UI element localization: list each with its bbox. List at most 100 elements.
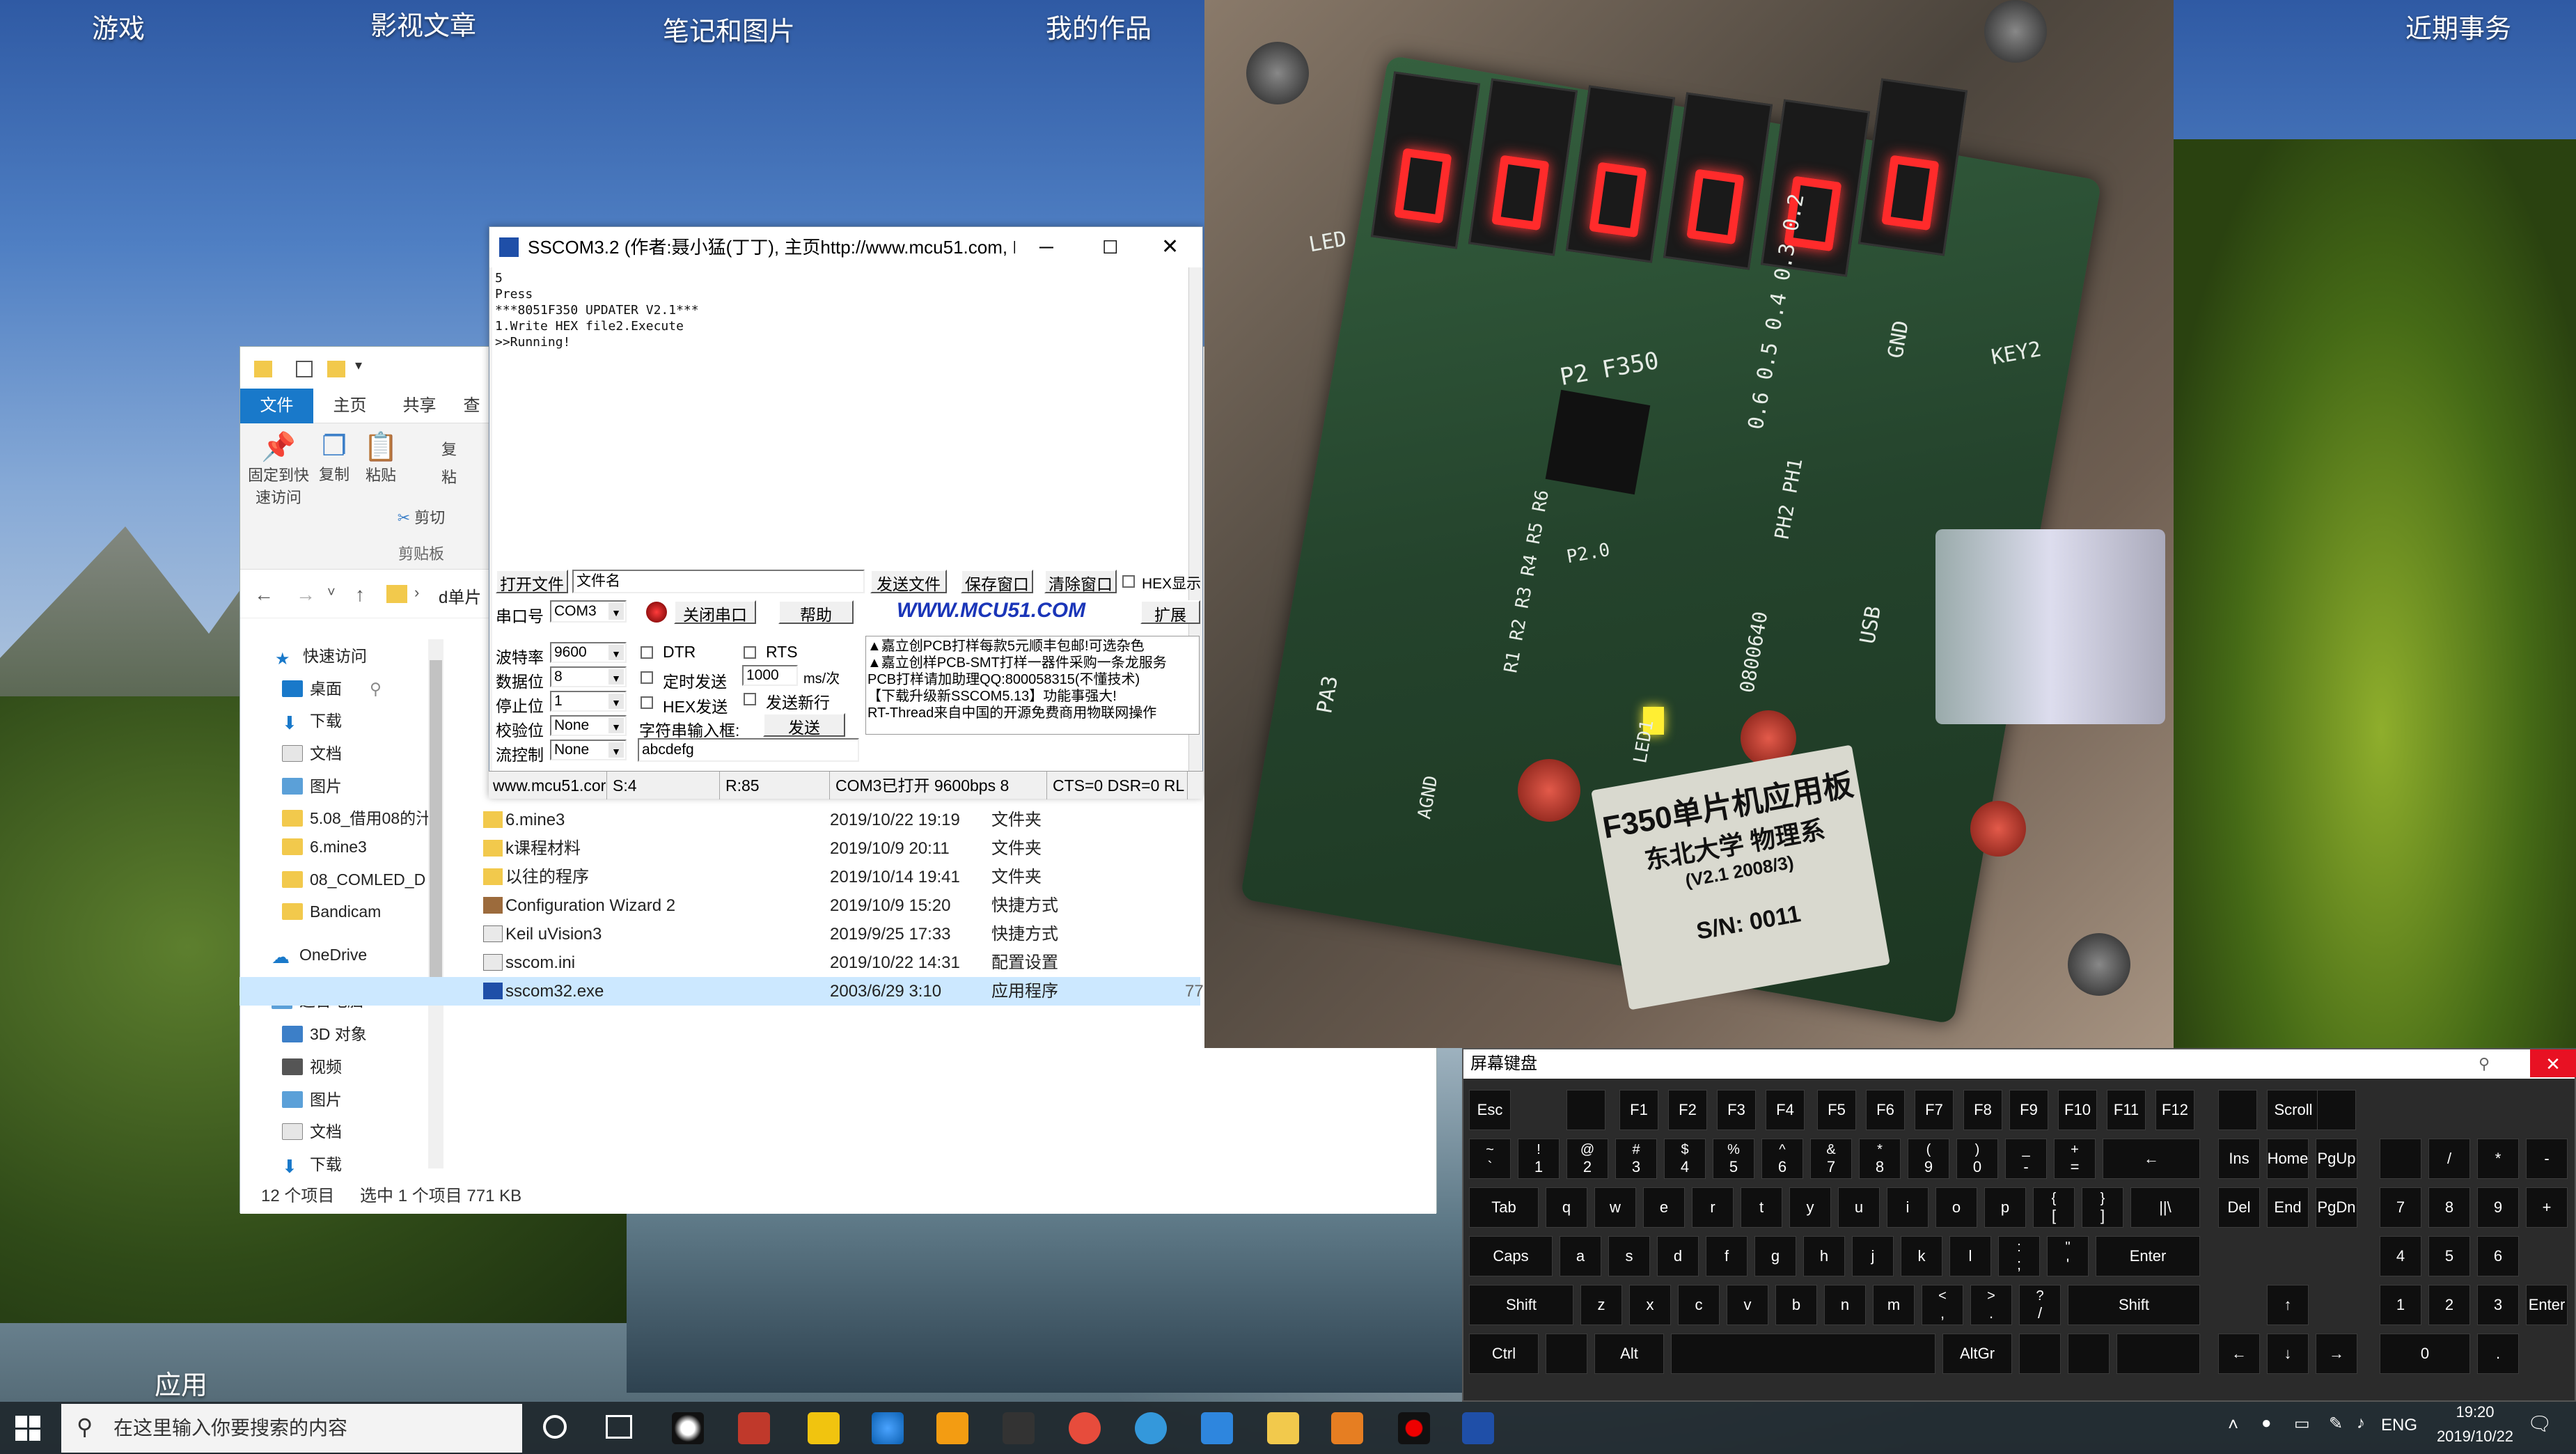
- osk-key[interactable]: [2218, 1090, 2257, 1130]
- osk-key[interactable]: +: [2526, 1187, 2568, 1228]
- send-file-button[interactable]: 发送文件: [870, 570, 947, 593]
- nav-desktop[interactable]: 桌面 ⚲: [282, 675, 382, 699]
- desktop-icon-apps[interactable]: 应用: [155, 1363, 207, 1402]
- send-button[interactable]: 发送: [763, 713, 845, 737]
- osk-key[interactable]: ^ 6: [1761, 1139, 1803, 1179]
- osk-key[interactable]: + =: [2054, 1139, 2096, 1179]
- osk-key[interactable]: ←: [2103, 1139, 2200, 1179]
- osk-key[interactable]: [2317, 1090, 2356, 1130]
- file-explorer-icon[interactable]: [1267, 1412, 1299, 1444]
- pin-icon[interactable]: ⚲: [2479, 1049, 2490, 1079]
- nav-downloads-pc[interactable]: ⬇ 下载: [282, 1151, 342, 1177]
- breadcrumb[interactable]: d单片: [439, 584, 481, 608]
- osk-key[interactable]: e: [1643, 1187, 1685, 1228]
- osk-key[interactable]: Caps: [1469, 1236, 1553, 1276]
- clock-time[interactable]: 19:20: [2437, 1403, 2513, 1421]
- osk-key[interactable]: p: [1984, 1187, 2026, 1228]
- nav-pictures[interactable]: 图片: [282, 773, 342, 797]
- close-port-button[interactable]: 关闭串口: [674, 600, 756, 624]
- osk-titlebar[interactable]: 屏幕键盘 ⚲ ✕: [1463, 1049, 2576, 1079]
- sscom-taskbar-icon[interactable]: [1462, 1412, 1494, 1444]
- osk-key[interactable]: _ -: [2005, 1139, 2047, 1179]
- osk-key[interactable]: Ins: [2218, 1139, 2260, 1179]
- volume-icon[interactable]: ♪: [2357, 1414, 2365, 1433]
- osk-key[interactable]: F6: [1866, 1090, 1905, 1130]
- nav-downloads[interactable]: ⬇ 下载: [282, 708, 342, 733]
- osk-key[interactable]: f: [1706, 1236, 1748, 1276]
- cloud-drive-icon[interactable]: [1135, 1412, 1167, 1444]
- osk-key[interactable]: " ': [2047, 1236, 2089, 1276]
- maximize-icon[interactable]: ☐: [1102, 227, 1118, 267]
- osk-key[interactable]: 2: [2428, 1285, 2470, 1325]
- sscom-titlebar[interactable]: SSCOM3.2 (作者:聂小猛(丁丁), 主页http://www.mcu51…: [489, 227, 1202, 267]
- port-select[interactable]: COM3 ▼: [550, 600, 627, 623]
- osk-key[interactable]: i: [1887, 1187, 1929, 1228]
- osk-key[interactable]: <,: [1922, 1285, 1963, 1325]
- hex-display-checkbox[interactable]: [1122, 575, 1135, 588]
- osk-key[interactable]: c: [1678, 1285, 1720, 1325]
- osk-key[interactable]: x: [1629, 1285, 1671, 1325]
- rts-checkbox[interactable]: [744, 646, 756, 659]
- osk-key[interactable]: Enter: [2526, 1285, 2568, 1325]
- osk-key[interactable]: >.: [1970, 1285, 2012, 1325]
- qq-icon[interactable]: [672, 1412, 704, 1444]
- osk-key[interactable]: [2019, 1334, 2061, 1374]
- up-arrow-icon[interactable]: ↑: [355, 584, 365, 606]
- osk-key[interactable]: ↓: [2267, 1334, 2309, 1374]
- file-row[interactable]: k课程材料 2019/10/9 20:11 文件夹: [239, 834, 1200, 863]
- osk-key[interactable]: Tab: [1469, 1187, 1539, 1228]
- chevron-down-icon[interactable]: ▾: [355, 357, 362, 374]
- pen-icon[interactable]: ✎: [2329, 1414, 2343, 1434]
- osk-key[interactable]: }]: [2082, 1187, 2123, 1228]
- osk-key[interactable]: {[: [2033, 1187, 2075, 1228]
- osk-key[interactable]: 6: [2477, 1236, 2519, 1276]
- osk-key[interactable]: q: [1546, 1187, 1587, 1228]
- osk-key[interactable]: $4: [1664, 1139, 1706, 1179]
- nav-3d-objects[interactable]: 3D 对象: [282, 1021, 367, 1045]
- file-row[interactable]: sscom.ini 2019/10/22 14:31 配置设置: [239, 948, 1200, 977]
- back-arrow-icon[interactable]: ←: [254, 584, 274, 606]
- send-newline-checkbox[interactable]: [744, 693, 756, 705]
- osk-key[interactable]: a: [1560, 1236, 1601, 1276]
- osk-key[interactable]: 3: [2477, 1285, 2519, 1325]
- osk-key[interactable]: F10: [2058, 1090, 2097, 1130]
- battery-icon[interactable]: ▭: [2294, 1414, 2310, 1434]
- paste-button[interactable]: 📋 粘贴: [360, 430, 402, 485]
- file-row[interactable]: 以往的程序 2019/10/14 19:41 文件夹: [239, 863, 1200, 891]
- nav-videos[interactable]: 视频: [282, 1054, 342, 1077]
- osk-key[interactable]: Esc: [1469, 1090, 1511, 1130]
- tab-share[interactable]: 共享: [386, 389, 453, 423]
- osk-key[interactable]: Shift: [1469, 1285, 1573, 1325]
- osk-key[interactable]: F5: [1817, 1090, 1856, 1130]
- osk-key[interactable]: F8: [1963, 1090, 2002, 1130]
- osk-key[interactable]: m: [1873, 1285, 1915, 1325]
- keil-uvision-icon[interactable]: [1331, 1412, 1363, 1444]
- send-input[interactable]: abcdefg: [638, 738, 859, 762]
- osk-key[interactable]: 9: [2477, 1187, 2519, 1228]
- nav-quick-access[interactable]: ★ 快速访问: [275, 643, 367, 669]
- copy-button[interactable]: ❐ 复制: [313, 430, 355, 485]
- osk-key[interactable]: r: [1692, 1187, 1734, 1228]
- osk-key[interactable]: l: [1949, 1236, 1991, 1276]
- desktop-icon-videos[interactable]: 影视文章: [370, 4, 476, 42]
- osk-key[interactable]: [2380, 1139, 2421, 1179]
- osk-key[interactable]: Ctrl: [1469, 1334, 1539, 1374]
- osk-key[interactable]: ||\: [2130, 1187, 2200, 1228]
- osk-key[interactable]: Alt: [1594, 1334, 1664, 1374]
- notification-icon[interactable]: 🗨: [2527, 1412, 2552, 1435]
- cortana-icon[interactable]: [543, 1415, 567, 1439]
- stop-bits-select[interactable]: 1 ▼: [550, 691, 627, 712]
- expand-button[interactable]: 扩展: [1140, 600, 1200, 624]
- osk-key[interactable]: 4: [2380, 1236, 2421, 1276]
- timed-send-checkbox[interactable]: [641, 671, 653, 684]
- qq-tray-icon[interactable]: ●: [2261, 1414, 2272, 1433]
- osk-key[interactable]: .: [2477, 1334, 2519, 1374]
- desktop-icon-works[interactable]: 我的作品: [1046, 7, 1152, 45]
- osk-key[interactable]: 5: [2428, 1236, 2470, 1276]
- osk-key[interactable]: [1566, 1090, 1605, 1130]
- desktop-icon-notes[interactable]: 笔记和图片: [663, 10, 795, 48]
- file-row[interactable]: Keil uVision3 2019/9/25 17:33 快捷方式: [239, 920, 1200, 948]
- parity-select[interactable]: None ▼: [550, 715, 627, 736]
- language-indicator[interactable]: ENG: [2381, 1416, 2417, 1435]
- file-row[interactable]: 6.mine3 2019/10/22 19:19 文件夹: [239, 806, 1200, 834]
